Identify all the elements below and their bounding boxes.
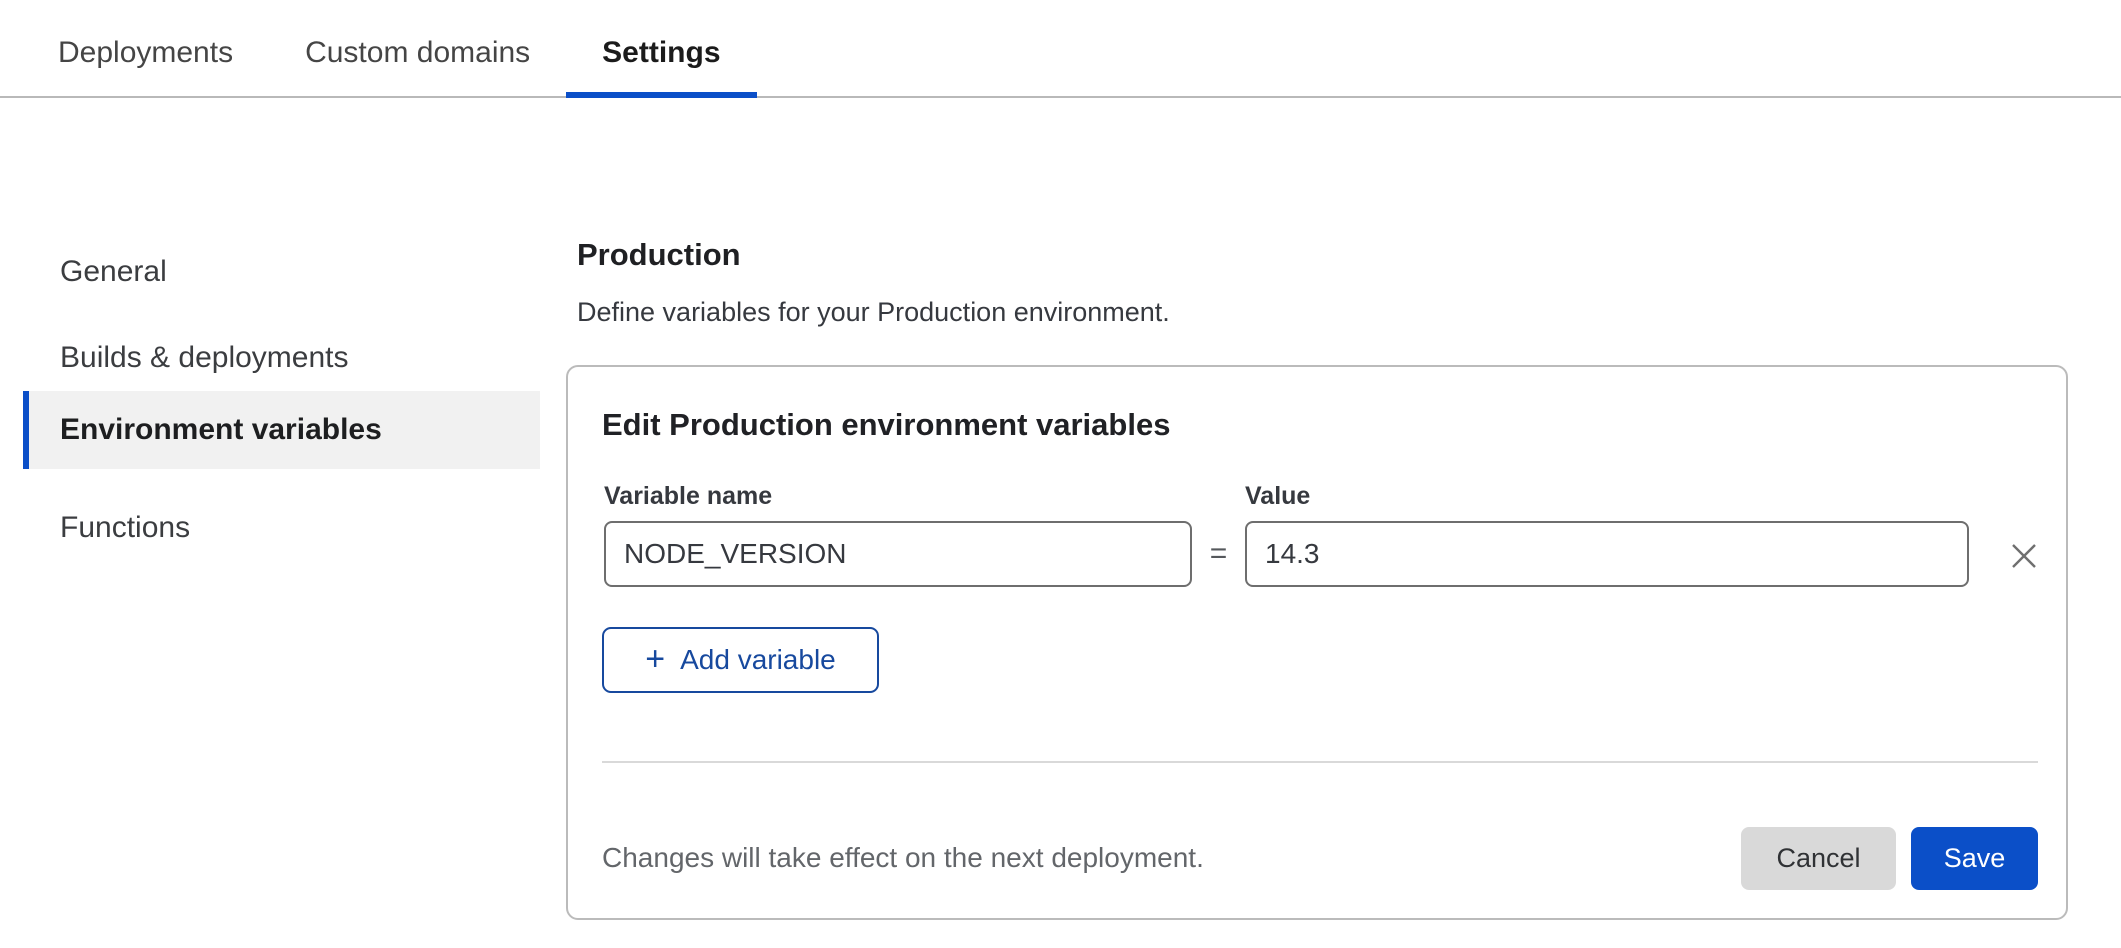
add-variable-label: Add variable [680, 644, 836, 676]
x-icon [2010, 542, 2038, 570]
tab-settings[interactable]: Settings [566, 0, 756, 96]
sidebar-item-environment-variables[interactable]: Environment variables [23, 391, 540, 469]
equals-sign: = [1192, 521, 1245, 587]
plus-icon: + [645, 644, 665, 674]
environment-variables-card: Edit Production environment variables Va… [566, 365, 2068, 920]
add-variable-button[interactable]: + Add variable [602, 627, 879, 693]
sidebar-item-functions[interactable]: Functions [60, 513, 190, 543]
value-label: Value [1245, 482, 1310, 511]
cancel-button[interactable]: Cancel [1741, 827, 1896, 890]
value-input[interactable] [1245, 521, 1969, 587]
variable-name-input[interactable] [604, 521, 1192, 587]
sidebar-item-general[interactable]: General [60, 257, 167, 287]
tab-custom-domains[interactable]: Custom domains [269, 0, 566, 96]
card-footer: Changes will take effect on the next dep… [602, 826, 2038, 890]
footer-note: Changes will take effect on the next dep… [602, 842, 1204, 874]
card-divider [602, 761, 2038, 763]
page-description: Define variables for your Production env… [577, 297, 1170, 328]
variable-name-label: Variable name [604, 482, 772, 511]
save-button[interactable]: Save [1911, 827, 2038, 890]
footer-actions: Cancel Save [1741, 827, 2038, 890]
remove-variable-button[interactable] [2004, 536, 2044, 576]
tab-deployments[interactable]: Deployments [22, 0, 269, 96]
top-tab-bar: Deployments Custom domains Settings [0, 0, 2121, 98]
page-title: Production [577, 237, 741, 273]
pages-settings-screen: Deployments Custom domains Settings Gene… [0, 0, 2121, 948]
sidebar-item-builds-deployments[interactable]: Builds & deployments [60, 343, 349, 373]
card-title: Edit Production environment variables [602, 407, 1170, 443]
